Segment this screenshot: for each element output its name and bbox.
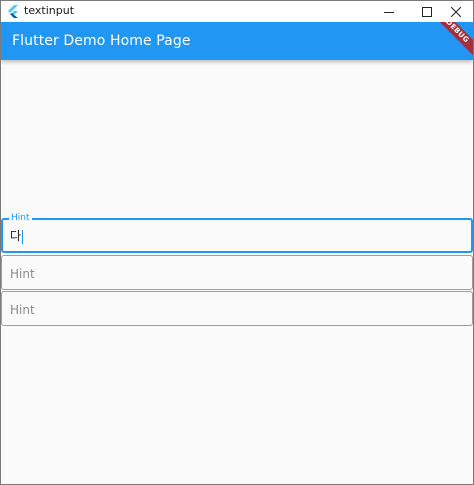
text-field-3-input[interactable]: [10, 301, 450, 319]
text-field-1[interactable]: Hint 다: [1, 213, 473, 253]
text-field-2[interactable]: [1, 255, 473, 290]
flutter-icon: [8, 5, 18, 18]
close-button[interactable]: [439, 1, 473, 22]
app-window: textinput Flutter Demo Home Page DEBUG H…: [0, 0, 474, 485]
close-icon: [451, 6, 461, 17]
window-title: textinput: [24, 4, 75, 17]
text-field-1-value[interactable]: 다: [10, 228, 24, 244]
page-title: Flutter Demo Home Page: [12, 33, 191, 49]
minimize-icon: [384, 11, 394, 13]
floating-label: Hint: [9, 213, 32, 224]
minimize-button[interactable]: [372, 1, 406, 22]
maximize-icon: [422, 6, 432, 17]
text-field-1-text: 다: [10, 229, 22, 243]
title-bar[interactable]: textinput: [1, 1, 473, 22]
text-field-2-input[interactable]: [10, 265, 450, 283]
debug-banner: DEBUG: [427, 22, 473, 60]
text-caret: [22, 229, 24, 244]
text-field-3[interactable]: [1, 291, 473, 326]
app-bar: Flutter Demo Home Page DEBUG: [1, 22, 473, 60]
